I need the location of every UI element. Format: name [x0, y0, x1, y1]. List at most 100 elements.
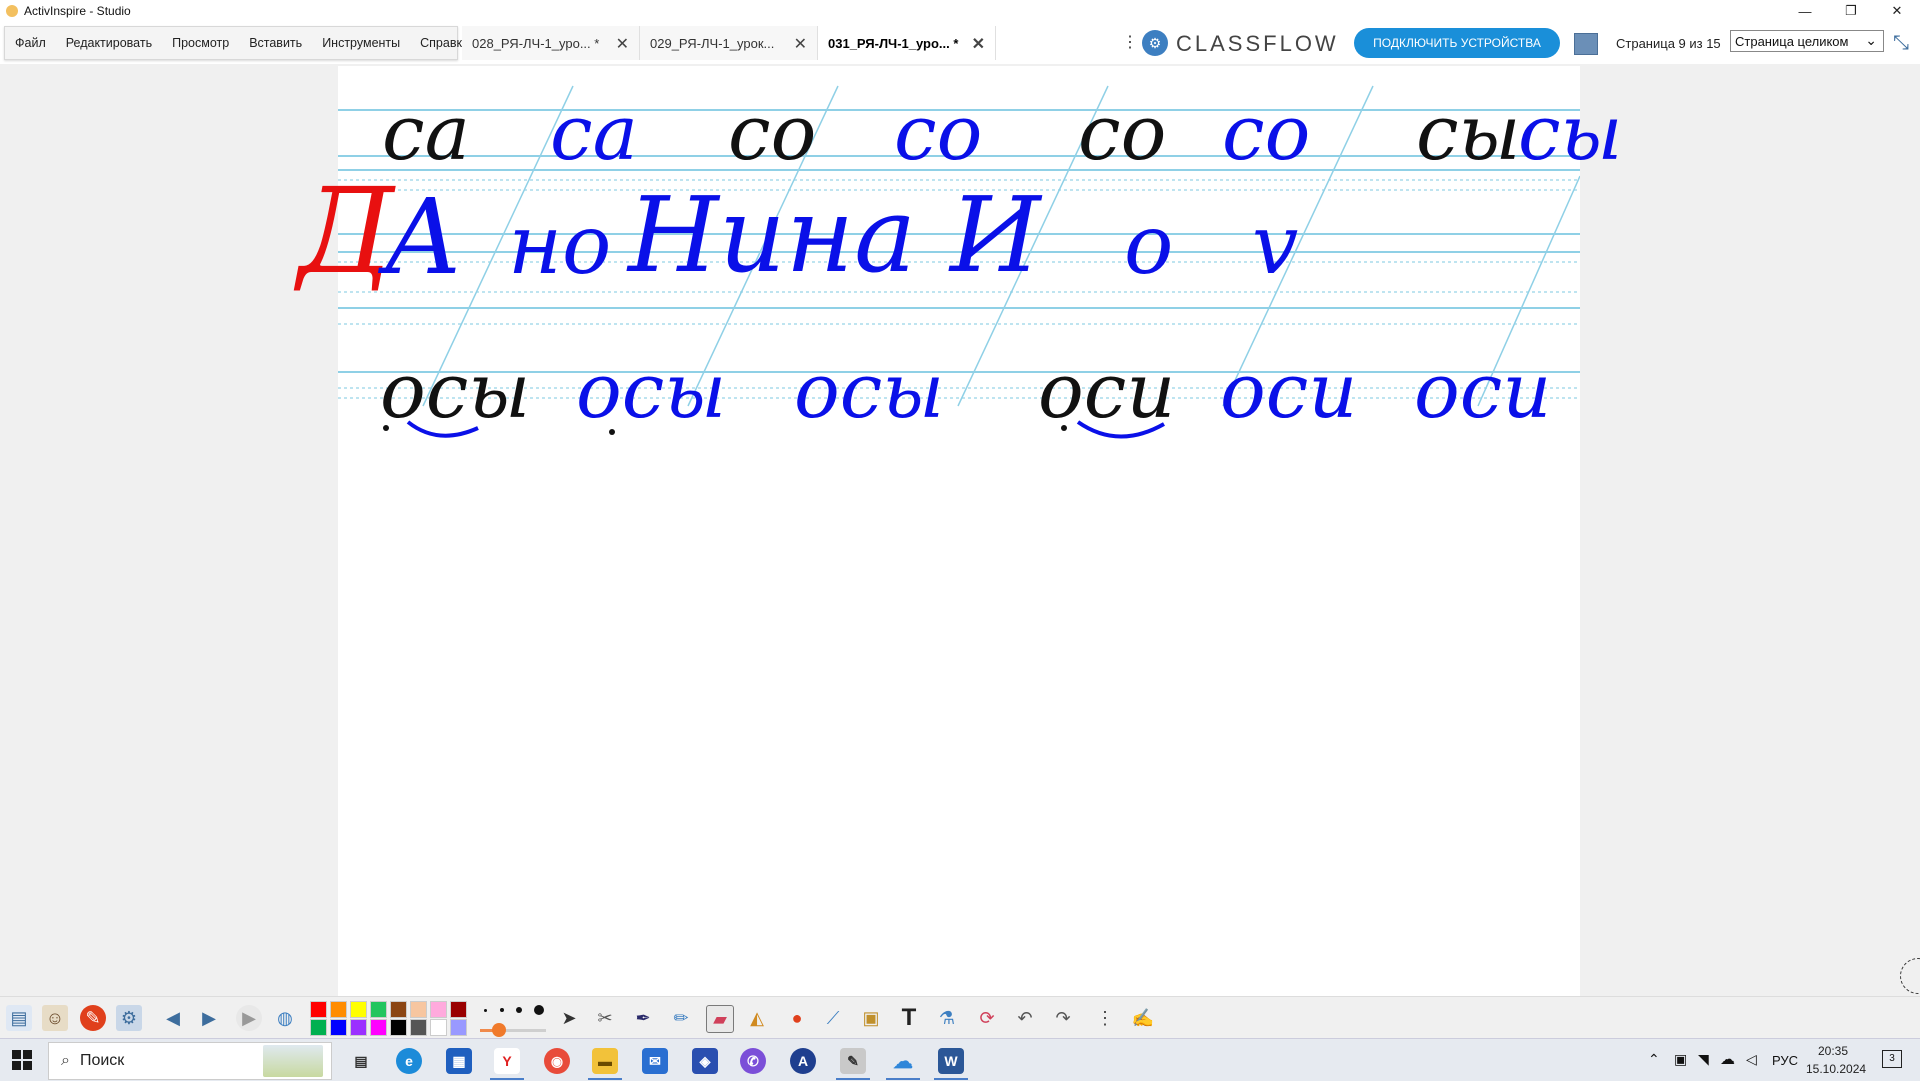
select-icon[interactable]: ➤	[556, 1005, 582, 1031]
settings-icon[interactable]: ⚙	[116, 1005, 142, 1031]
mail-icon[interactable]: ✉	[642, 1048, 668, 1074]
fill-icon[interactable]: ◭	[744, 1005, 770, 1031]
tools-icon[interactable]: ✂	[592, 1005, 618, 1031]
close-button[interactable]: ✕	[1874, 0, 1920, 22]
menu-insert[interactable]: Вставить	[239, 36, 312, 50]
pen-icon[interactable]: ✒	[630, 1005, 656, 1031]
tab-028[interactable]: 028_РЯ-ЛЧ-1_уро... * ✕	[462, 26, 640, 60]
more-options-icon[interactable]: ⋮	[1122, 32, 1138, 52]
app-blue-icon[interactable]: ◈	[692, 1048, 718, 1074]
tab-031[interactable]: 031_РЯ-ЛЧ-1_уро... * ✕	[818, 26, 996, 60]
edge-icon[interactable]: e	[396, 1048, 422, 1074]
close-icon[interactable]: ✕	[794, 34, 807, 54]
notification-icon[interactable]: 3	[1882, 1050, 1902, 1068]
color-swatch[interactable]	[450, 1001, 467, 1018]
undo-icon[interactable]: ↶	[1012, 1005, 1038, 1031]
pen-width-dot[interactable]	[534, 1005, 544, 1015]
resources-icon[interactable]: ▣	[858, 1005, 884, 1031]
menu-edit[interactable]: Редактировать	[56, 36, 162, 50]
redo-icon[interactable]: ↷	[1050, 1005, 1076, 1031]
color-swatch[interactable]	[410, 1001, 427, 1018]
tab-029[interactable]: 029_РЯ-ЛЧ-1_урок... ✕	[640, 26, 818, 60]
connect-devices-button[interactable]: ПОДКЛЮЧИТЬ УСТРОЙСТВА	[1354, 28, 1560, 58]
more-icon[interactable]: ⋮	[1092, 1005, 1118, 1031]
desk-icon[interactable]: ✍	[1130, 1005, 1156, 1031]
color-swatch[interactable]	[330, 1019, 347, 1036]
clear-icon[interactable]: ⚗	[934, 1005, 960, 1031]
color-swatch[interactable]	[430, 1019, 447, 1036]
pen-red-icon[interactable]: ✎	[80, 1005, 106, 1031]
text-icon[interactable]: T	[896, 1004, 922, 1031]
chrome-icon[interactable]: ◉	[544, 1048, 570, 1074]
shape-icon[interactable]: ●	[784, 1005, 810, 1031]
input-language[interactable]: РУС	[1772, 1053, 1798, 1068]
reset-icon[interactable]: ⟳	[974, 1005, 1000, 1031]
word-icon[interactable]: W	[938, 1048, 964, 1074]
canvas-word: са	[382, 88, 470, 177]
close-icon[interactable]: ✕	[616, 34, 629, 54]
page-sorter-icon[interactable]	[1574, 33, 1598, 55]
pen-width-dot[interactable]	[500, 1008, 504, 1012]
menu-view[interactable]: Просмотр	[162, 36, 239, 50]
color-swatch[interactable]	[350, 1001, 367, 1018]
clock-date[interactable]: 15.10.2024	[1806, 1062, 1866, 1076]
fullscreen-icon[interactable]: ⤡	[1890, 32, 1912, 54]
search-highlight-image	[263, 1045, 323, 1077]
viber-icon[interactable]: ✆	[740, 1048, 766, 1074]
classflow-logo-icon: ⚙	[1142, 30, 1168, 56]
close-icon[interactable]: ✕	[972, 34, 985, 54]
eraser-icon[interactable]: ▰	[706, 1005, 734, 1033]
zoom-select[interactable]: Страница целиком ⌄	[1730, 30, 1884, 52]
color-swatch[interactable]	[350, 1019, 367, 1036]
tab-label: 029_РЯ-ЛЧ-1_урок...	[650, 35, 775, 51]
color-swatch[interactable]	[330, 1001, 347, 1018]
clock-time[interactable]: 20:35	[1818, 1044, 1848, 1058]
pen-width-slider-knob[interactable]	[492, 1023, 506, 1037]
network-icon[interactable]: ◥	[1698, 1051, 1709, 1068]
title-bar: ActivInspire - Studio — ❐ ✕	[0, 0, 1920, 22]
yandex-icon[interactable]: Y	[494, 1048, 520, 1074]
pen-width-dot[interactable]	[516, 1007, 522, 1013]
connector-icon[interactable]: ⟋	[820, 1005, 846, 1031]
prev-page-icon[interactable]: ◀	[160, 1005, 186, 1031]
color-swatch[interactable]	[310, 1019, 327, 1036]
restore-button[interactable]: ❐	[1828, 0, 1874, 22]
globe-icon[interactable]: ◍	[272, 1005, 298, 1031]
classflow-logo-text: CLASSFLOW	[1176, 31, 1339, 56]
user-icon[interactable]: ☺	[42, 1005, 68, 1031]
color-swatch[interactable]	[410, 1019, 427, 1036]
color-swatch[interactable]	[430, 1001, 447, 1018]
menu-bar: Файл Редактировать Просмотр Вставить Инс…	[4, 26, 469, 60]
app-a-icon[interactable]: A	[790, 1048, 816, 1074]
color-swatch[interactable]	[370, 1001, 387, 1018]
cloud-icon[interactable]: ☁	[1720, 1050, 1735, 1068]
color-swatch[interactable]	[310, 1001, 327, 1018]
camera-icon[interactable]: ▣	[1674, 1051, 1687, 1068]
task-view-icon[interactable]: ▤	[348, 1048, 374, 1074]
minimize-button[interactable]: —	[1782, 0, 1828, 22]
color-swatch[interactable]	[370, 1019, 387, 1036]
menu-file[interactable]: Файл	[5, 36, 56, 50]
windows-start-icon[interactable]	[12, 1050, 32, 1070]
tab-label: 031_РЯ-ЛЧ-1_уро... *	[828, 35, 959, 51]
color-swatch[interactable]	[390, 1001, 407, 1018]
explorer-icon[interactable]: ▬	[592, 1048, 618, 1074]
canvas-word: но	[508, 198, 612, 293]
volume-icon[interactable]: ◁	[1746, 1051, 1757, 1068]
onedrive-icon[interactable]: ☁	[890, 1048, 916, 1074]
pen-width-dot[interactable]	[484, 1009, 487, 1012]
highlighter-icon[interactable]: ✏	[668, 1005, 694, 1031]
flipchart-browser-icon[interactable]: ▤	[6, 1005, 32, 1031]
menu-tools[interactable]: Инструменты	[312, 36, 410, 50]
color-swatch[interactable]	[390, 1019, 407, 1036]
main-toolbar: ▤ ☺ ✎ ⚙ ◀ ▶ ▶ ◍ ➤ ✂ ✒ ✏ ▰ ◭ ● ⟋ ▣ T ⚗ ⟳ …	[0, 996, 1920, 1039]
canvas-word: сы	[1416, 88, 1521, 177]
taskbar-search[interactable]: ⌕ Поиск	[48, 1042, 332, 1080]
store-icon[interactable]: ▦	[446, 1048, 472, 1074]
play-icon[interactable]: ▶	[236, 1005, 262, 1031]
activinspire-task-icon[interactable]: ✎	[840, 1048, 866, 1074]
color-swatch[interactable]	[450, 1019, 467, 1036]
flipchart-page[interactable]: са са со со со со сы сы Д А но Нина И о …	[298, 66, 1622, 996]
next-page-icon[interactable]: ▶	[196, 1005, 222, 1031]
chevron-up-icon[interactable]: ⌃	[1648, 1051, 1660, 1068]
